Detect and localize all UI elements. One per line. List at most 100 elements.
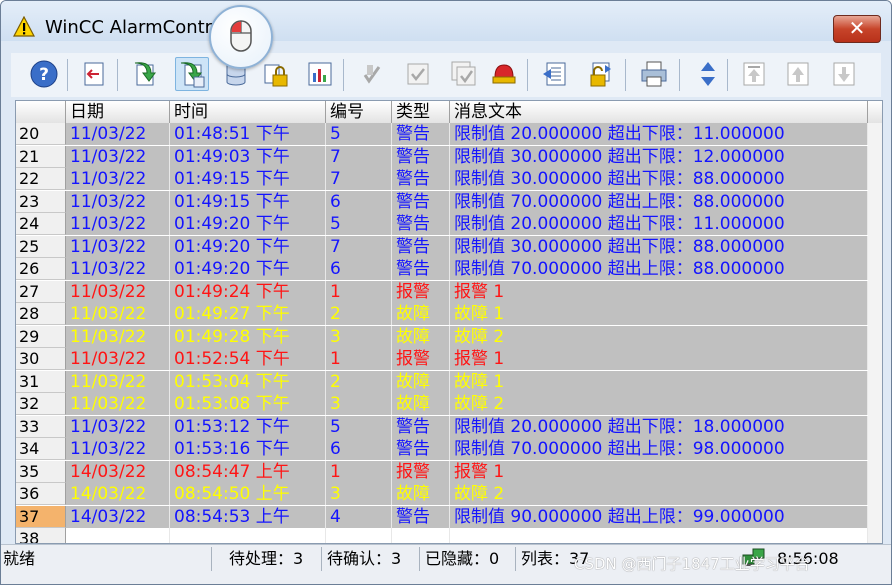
table-row[interactable]: 34 11/03/22 01:53:16 下午 6 警告 限制值 70.000000 超出… [16,438,882,461]
cell-date: 11/03/22 [66,168,170,190]
table-row[interactable]: 27 11/03/22 01:49:24 下午 1 报警 报警 1 [16,280,882,304]
row-number[interactable]: 28 [16,303,66,325]
acknowledge-group-icon [407,63,429,85]
cell-time: 01:49:27 下午 [170,303,326,325]
header-type[interactable]: 类型 [392,101,450,123]
acknowledge-single-icon [363,65,381,84]
cell-number: 5 [326,123,392,145]
row-number[interactable]: 24 [16,213,66,235]
cell-time: 01:53:12 下午 [170,415,326,438]
acknowledge-all-button[interactable] [447,57,481,91]
cell-type: 故障 [392,370,450,393]
table-row[interactable]: 20 11/03/22 01:48:51 下午 5 警告 限制值 20.000000 超出… [16,123,882,146]
row-number[interactable]: 38 [16,528,66,543]
table-row[interactable]: 31 11/03/22 01:53:04 下午 2 故障 故障 1 [16,370,882,394]
row-number[interactable]: 29 [16,325,66,348]
cell-date: 14/03/22 [66,460,170,483]
header-time[interactable]: 时间 [170,101,326,123]
table-row[interactable]: 32 11/03/22 01:53:08 下午 3 故障 故障 2 [16,393,882,416]
vertical-scrollbar[interactable] [868,123,882,543]
cell-number: 6 [326,258,392,280]
cell-date [66,528,170,543]
cell-time: 01:49:15 下午 [170,168,326,190]
cell-message-text: 报警 1 [450,280,868,303]
table-row[interactable]: 24 11/03/22 01:49:20 下午 5 警告 限制值 20.000000 超出… [16,213,882,236]
close-button[interactable]: ✕ [833,15,881,43]
row-number[interactable]: 27 [16,280,66,303]
cell-type: 警告 [392,505,450,528]
row-cells: 11/03/22 01:49:15 下午 7 警告 限制值 30.000000 超出下限… [66,168,868,190]
row-cells: 11/03/22 01:49:27 下午 2 故障 故障 1 [66,303,868,325]
row-number[interactable]: 36 [16,483,66,505]
row-number[interactable]: 30 [16,348,66,370]
row-number[interactable]: 33 [16,415,66,438]
row-number[interactable]: 32 [16,393,66,415]
cell-date: 11/03/22 [66,370,170,393]
row-number[interactable]: 22 [16,168,66,190]
print-button[interactable] [637,57,671,91]
cell-time: 01:48:51 下午 [170,123,326,145]
cell-time: 01:49:15 下午 [170,190,326,213]
alarm-table: 日期 时间 编号 类型 消息文本 20 11/03/22 01:48:51 下午 5 警… [15,100,883,544]
acknowledge-single-button[interactable] [355,57,389,91]
watermark-text: CSDN @西门子1847工业学习平台 [574,555,810,573]
load-archive-active-button[interactable] [175,57,209,91]
row-cells [66,528,868,543]
cell-type: 报警 [392,280,450,303]
cell-message-text: 报警 1 [450,460,868,483]
table-row[interactable]: 28 11/03/22 01:49:27 下午 2 故障 故障 1 [16,303,882,326]
horn-button[interactable] [487,57,521,91]
cell-message-text: 限制值 30.000000 超出下限：88.000000 [450,235,868,258]
cell-type: 警告 [392,258,450,280]
table-row[interactable]: 30 11/03/22 01:52:54 下午 1 报警 报警 1 [16,348,882,371]
header-message-text[interactable]: 消息文本 [450,101,868,123]
copy-list-button[interactable] [537,57,571,91]
table-row[interactable]: 25 11/03/22 01:49:20 下午 7 警告 限制值 30.000000 超出… [16,235,882,259]
unlock-button[interactable] [583,57,617,91]
table-row[interactable]: 37 14/03/22 08:54:53 上午 4 警告 限制值 90.000000 超出… [16,505,882,529]
table-row[interactable]: 29 11/03/22 01:49:28 下午 3 故障 故障 2 [16,325,882,349]
sort-button[interactable] [691,57,725,91]
cell-number: 7 [326,168,392,190]
cell-type: 警告 [392,415,450,438]
export-button[interactable] [77,57,111,91]
cell-date: 11/03/22 [66,123,170,145]
cell-time: 01:49:28 下午 [170,325,326,348]
first-button[interactable] [737,57,771,91]
row-number[interactable]: 26 [16,258,66,280]
row-number[interactable]: 31 [16,370,66,393]
first-icon [743,62,765,86]
status-to-acknowledge: 待确认：3 [327,549,402,568]
cell-message-text: 限制值 30.000000 超出下限：88.000000 [450,168,868,190]
table-row[interactable]: 26 11/03/22 01:49:20 下午 6 警告 限制值 70.000000 超出… [16,258,882,281]
table-row[interactable]: 21 11/03/22 01:49:03 下午 7 警告 限制值 30.000000 超出… [16,145,882,169]
cell-type: 警告 [392,168,450,190]
row-number[interactable]: 23 [16,190,66,213]
table-row[interactable]: 35 14/03/22 08:54:47 上午 1 报警 报警 1 [16,460,882,484]
table-row[interactable]: 36 14/03/22 08:54:50 上午 3 故障 故障 2 [16,483,882,506]
alarm-control-window: WinCC AlarmControl ✕ ? 日期 时间 编号 类型 消息文本 … [0,0,892,585]
table-row[interactable]: 38 [16,528,882,543]
table-row[interactable]: 23 11/03/22 01:49:15 下午 6 警告 限制值 70.000000 超出… [16,190,882,214]
acknowledge-group-button[interactable] [401,57,435,91]
toolbar: ? [11,53,881,97]
row-number[interactable]: 20 [16,123,66,145]
header-number[interactable]: 编号 [326,101,392,123]
next-button[interactable] [827,57,861,91]
table-row[interactable]: 33 11/03/22 01:53:12 下午 5 警告 限制值 20.000000 超出… [16,415,882,439]
row-number[interactable]: 34 [16,438,66,460]
row-number[interactable]: 21 [16,145,66,168]
row-number[interactable]: 37 [16,505,66,528]
header-date[interactable]: 日期 [66,101,170,123]
title-bar[interactable]: WinCC AlarmControl ✕ [1,1,891,43]
prev-button[interactable] [781,57,815,91]
chart-button[interactable] [303,57,337,91]
table-row[interactable]: 22 11/03/22 01:49:15 下午 7 警告 限制值 30.000000 超出… [16,168,882,191]
load-archive-button[interactable] [127,57,161,91]
cell-number: 7 [326,235,392,258]
cell-type: 警告 [392,213,450,235]
help-button[interactable]: ? [27,57,61,91]
cell-date: 11/03/22 [66,190,170,213]
row-number[interactable]: 35 [16,460,66,483]
row-number[interactable]: 25 [16,235,66,258]
